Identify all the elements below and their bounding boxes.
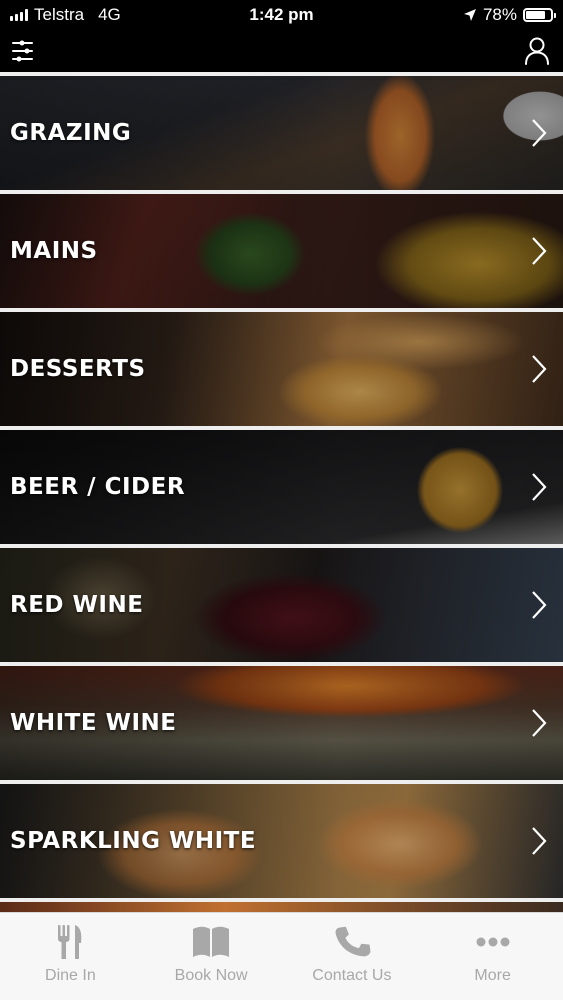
battery-icon bbox=[523, 8, 556, 22]
chevron-right-icon bbox=[532, 119, 547, 147]
category-grazing[interactable]: GRAZING bbox=[0, 76, 563, 190]
category-label: RED WINE bbox=[10, 592, 144, 618]
category-label: GRAZING bbox=[10, 120, 132, 146]
tab-dine-in[interactable]: Dine In bbox=[0, 913, 140, 1000]
tab-more[interactable]: More bbox=[423, 913, 563, 1000]
category-partial[interactable] bbox=[0, 902, 563, 912]
category-desserts[interactable]: DESSERTS bbox=[0, 312, 563, 426]
profile-button[interactable] bbox=[523, 36, 551, 66]
category-sparkling-white[interactable]: SPARKLING WHITE bbox=[0, 784, 563, 898]
category-image bbox=[0, 902, 563, 912]
more-dots-icon bbox=[476, 937, 510, 947]
tab-label: More bbox=[474, 967, 511, 984]
battery-percent: 78% bbox=[482, 5, 517, 24]
category-label: WHITE WINE bbox=[10, 710, 177, 736]
hamburger-menu-icon bbox=[12, 40, 33, 62]
location-arrow-icon bbox=[463, 9, 476, 21]
chevron-right-icon bbox=[532, 473, 547, 501]
book-icon bbox=[193, 926, 230, 957]
chevron-right-icon bbox=[532, 827, 547, 855]
carrier-name: Telstra bbox=[34, 5, 85, 24]
category-label: MAINS bbox=[10, 238, 98, 264]
user-icon bbox=[525, 37, 549, 65]
status-right: 78% bbox=[463, 5, 556, 25]
category-label: DESSERTS bbox=[10, 356, 146, 382]
tab-bar: Dine In Book Now Contact Us More bbox=[0, 912, 563, 1000]
app-header bbox=[0, 30, 563, 72]
category-mains[interactable]: MAINS bbox=[0, 194, 563, 308]
chevron-right-icon bbox=[532, 591, 547, 619]
tab-label: Dine In bbox=[45, 967, 96, 984]
battery-fill bbox=[526, 11, 545, 19]
category-beer-cider[interactable]: BEER / CIDER bbox=[0, 430, 563, 544]
tab-label: Book Now bbox=[174, 967, 248, 984]
status-left: Telstra 4G bbox=[10, 5, 121, 25]
category-label: BEER / CIDER bbox=[10, 474, 186, 500]
fork-knife-icon bbox=[58, 925, 82, 959]
category-label: SPARKLING WHITE bbox=[10, 828, 257, 854]
network-type: 4G bbox=[98, 5, 121, 24]
tab-contact-us[interactable]: Contact Us bbox=[282, 913, 422, 1000]
category-red-wine[interactable]: RED WINE bbox=[0, 548, 563, 662]
signal-icon bbox=[10, 9, 28, 21]
menu-button[interactable] bbox=[10, 38, 38, 66]
tab-book-now[interactable]: Book Now bbox=[141, 913, 281, 1000]
status-bar: Telstra 4G 1:42 pm 78% bbox=[0, 0, 563, 30]
chevron-right-icon bbox=[532, 355, 547, 383]
phone-icon bbox=[335, 926, 371, 957]
menu-category-list: GRAZING MAINS DESSERTS BEER / CIDER RED … bbox=[0, 72, 563, 912]
tab-label: Contact Us bbox=[312, 967, 392, 984]
chevron-right-icon bbox=[532, 237, 547, 265]
category-white-wine[interactable]: WHITE WINE bbox=[0, 666, 563, 780]
chevron-right-icon bbox=[532, 709, 547, 737]
